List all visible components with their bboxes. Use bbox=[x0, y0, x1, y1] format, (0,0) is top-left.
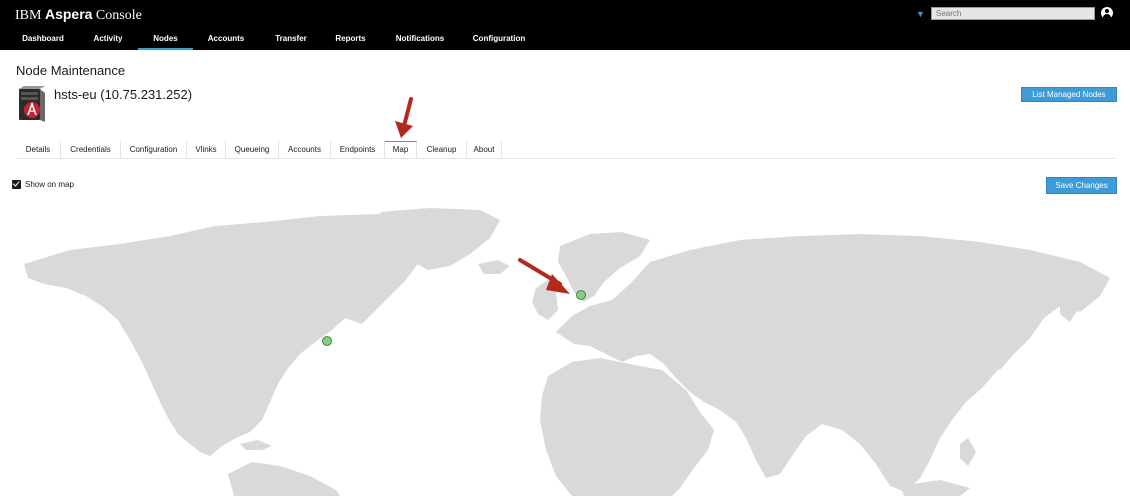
philippines-land bbox=[960, 438, 976, 466]
save-changes-button[interactable]: Save Changes bbox=[1046, 177, 1117, 194]
south-america-land bbox=[228, 462, 340, 496]
tab-map[interactable]: Map bbox=[385, 141, 417, 158]
node-name: hsts-eu (10.75.231.252) bbox=[54, 87, 193, 102]
search-scope-dropdown-icon[interactable]: ▼ bbox=[916, 9, 925, 19]
map-marker-north-america[interactable] bbox=[322, 336, 332, 346]
nav-accounts[interactable]: Accounts bbox=[201, 30, 251, 50]
north-america-land bbox=[24, 214, 470, 456]
nav-reports[interactable]: Reports bbox=[328, 30, 373, 50]
nav-activity[interactable]: Activity bbox=[86, 30, 130, 50]
brand-name: Aspera bbox=[44, 6, 93, 22]
list-managed-nodes-button[interactable]: List Managed Nodes bbox=[1021, 87, 1117, 102]
world-map[interactable] bbox=[0, 206, 1130, 496]
tab-credentials[interactable]: Credentials bbox=[61, 141, 121, 158]
tab-cleanup[interactable]: Cleanup bbox=[417, 141, 467, 158]
tab-queueing[interactable]: Queueing bbox=[226, 141, 279, 158]
brand-prefix: IBM bbox=[15, 8, 42, 23]
tab-about[interactable]: About bbox=[467, 141, 502, 158]
map-marker-scandinavia[interactable] bbox=[576, 290, 586, 300]
iceland-land bbox=[478, 260, 510, 274]
show-on-map-label: Show on map bbox=[25, 180, 74, 189]
server-node-icon bbox=[19, 86, 45, 122]
caribbean-land bbox=[240, 440, 272, 450]
tab-endpoints[interactable]: Endpoints bbox=[331, 141, 385, 158]
tab-details[interactable]: Details bbox=[16, 141, 61, 158]
app-logo[interactable]: IBM Aspera Console bbox=[15, 6, 142, 24]
nav-notifications[interactable]: Notifications bbox=[390, 30, 450, 50]
search-input[interactable] bbox=[931, 7, 1095, 20]
top-header: IBM Aspera Console ▼ Dashboard Activity … bbox=[0, 0, 1130, 50]
user-avatar-icon[interactable] bbox=[1101, 7, 1113, 19]
annotation-arrow-icon bbox=[395, 97, 413, 138]
checkmark-icon bbox=[12, 179, 20, 187]
landmass-group bbox=[24, 208, 1110, 496]
node-tabs: Details Credentials Configuration Vlinks… bbox=[16, 141, 1116, 159]
tab-accounts[interactable]: Accounts bbox=[279, 141, 331, 158]
brand-suffix: Console bbox=[95, 8, 142, 23]
tab-configuration[interactable]: Configuration bbox=[121, 141, 187, 158]
page-title: Node Maintenance bbox=[16, 63, 126, 78]
nav-dashboard[interactable]: Dashboard bbox=[10, 30, 76, 50]
nav-nodes[interactable]: Nodes bbox=[138, 30, 193, 50]
tab-vlinks[interactable]: Vlinks bbox=[187, 141, 226, 158]
nav-transfer[interactable]: Transfer bbox=[268, 30, 314, 50]
show-on-map-checkbox[interactable] bbox=[12, 179, 21, 189]
nav-configuration[interactable]: Configuration bbox=[470, 30, 528, 50]
